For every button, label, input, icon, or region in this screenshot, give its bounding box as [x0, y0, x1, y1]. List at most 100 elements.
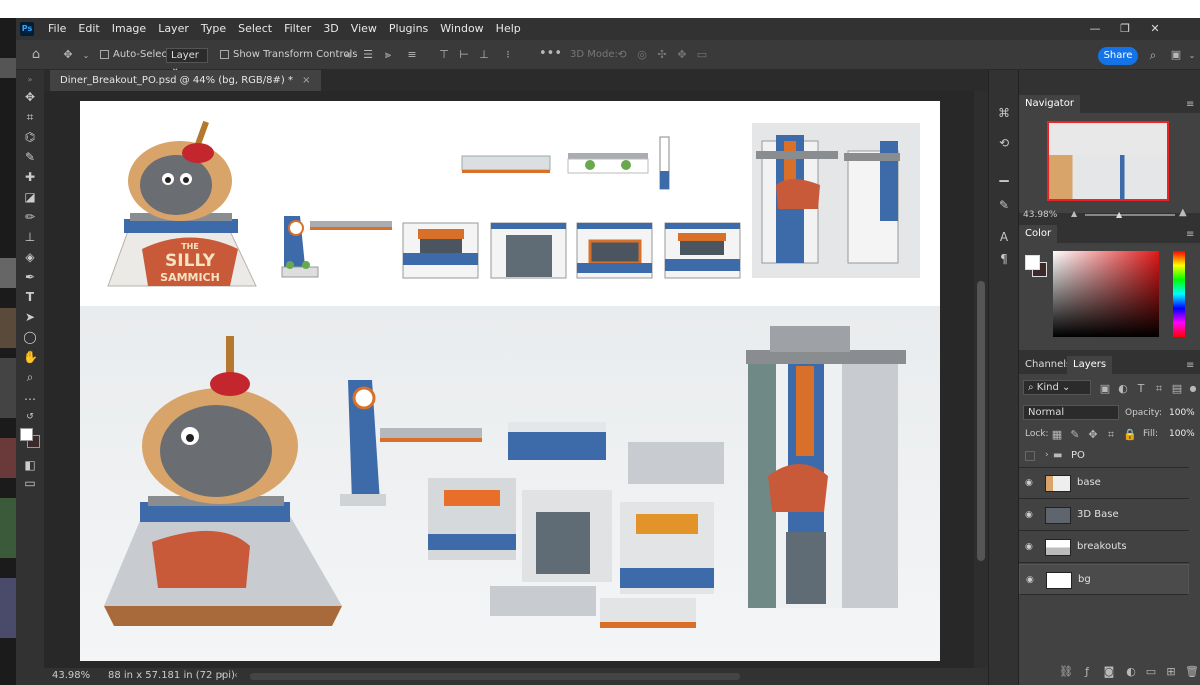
align-bottom-icon[interactable]: ⊥ [478, 49, 490, 61]
character-icon[interactable]: A [997, 230, 1011, 244]
layer-name[interactable]: breakouts [1077, 540, 1127, 554]
status-zoom[interactable]: 43.98% [52, 670, 90, 681]
horizontal-scrollbar[interactable] [250, 673, 740, 680]
menu-plugins[interactable]: Plugins [383, 18, 434, 40]
swap-colors-icon[interactable]: ↺ [23, 410, 37, 424]
share-button[interactable]: Share [1098, 47, 1138, 65]
search-icon[interactable]: ⌕ [1147, 49, 1159, 61]
zoom-out-icon[interactable]: ▲ [1071, 209, 1077, 218]
new-adjustment-icon[interactable]: ◐ [1125, 666, 1137, 678]
menu-view[interactable]: View [345, 18, 383, 40]
brush-tool-icon[interactable]: ✏ [23, 210, 37, 224]
adjustments-icon[interactable]: ⌘ [997, 106, 1011, 120]
clone-stamp-tool-icon[interactable]: ⊥ [23, 230, 37, 244]
workspace-icon[interactable]: ▣ [1170, 49, 1182, 61]
paragraph-icon[interactable]: ¶ [997, 252, 1011, 266]
artboard[interactable]: THE SILLY SAMMICH [80, 101, 940, 661]
pen-tool-icon[interactable]: ✒ [23, 270, 37, 284]
more-options-icon[interactable]: ••• [539, 47, 562, 60]
maximize-icon[interactable]: ❐ [1110, 18, 1140, 40]
move-tool-icon[interactable]: ✥ [23, 90, 37, 104]
filter-toggle-icon[interactable]: ● [1187, 383, 1199, 395]
layers-tab[interactable]: Layers [1067, 356, 1113, 374]
hand-tool-icon[interactable]: ✋ [23, 350, 38, 364]
type-tool-icon[interactable]: T [23, 290, 37, 304]
eye-icon[interactable]: ◉ [1026, 575, 1038, 585]
opacity-value[interactable]: 100% [1169, 408, 1195, 418]
blend-mode-dropdown[interactable]: Normal [1023, 405, 1119, 420]
camera-3d-icon[interactable]: ▭ [696, 49, 708, 61]
menu-help[interactable]: Help [490, 18, 527, 40]
zoom-in-icon[interactable]: ▲ [1179, 207, 1187, 218]
eye-icon[interactable]: ◉ [1025, 478, 1037, 488]
layer-row[interactable]: ◉ breakouts [1019, 532, 1189, 563]
layer-name[interactable]: PO [1071, 449, 1085, 463]
align-left-icon[interactable]: ⫷ [342, 49, 354, 61]
menu-select[interactable]: Select [232, 18, 278, 40]
eye-icon[interactable]: ◉ [1025, 542, 1037, 552]
lock-position-icon[interactable]: ✥ [1087, 429, 1099, 441]
menu-3d[interactable]: 3D [317, 18, 344, 40]
histogram-icon[interactable]: ▁ [997, 168, 1011, 182]
close-tab-icon[interactable]: × [302, 75, 310, 86]
eyedropper-tool-icon[interactable]: ✎ [23, 150, 37, 164]
eraser-tool-icon[interactable]: ◪ [23, 190, 37, 204]
menu-image[interactable]: Image [106, 18, 152, 40]
new-group-icon[interactable]: ▭ [1145, 666, 1157, 678]
quick-selection-tool-icon[interactable]: ⌬ [23, 130, 37, 144]
scroll-left-icon[interactable]: ‹ [234, 670, 238, 681]
fill-value[interactable]: 100% [1169, 429, 1195, 439]
layer-row[interactable]: ◉ base [1019, 468, 1189, 499]
crop-tool-icon[interactable]: ⌗ [23, 110, 37, 124]
quick-mask-icon[interactable]: ◧ [23, 458, 37, 472]
show-transform-checkbox[interactable] [220, 49, 229, 59]
layer-name[interactable]: base [1077, 476, 1101, 490]
menu-layer[interactable]: Layer [152, 18, 195, 40]
align-top-icon[interactable]: ⊤ [438, 49, 450, 61]
color-field[interactable] [1053, 251, 1159, 337]
hue-slider[interactable] [1173, 251, 1185, 337]
chevron-down-icon[interactable]: ⌄ [1186, 50, 1198, 62]
scrollbar-thumb[interactable] [977, 281, 985, 561]
menu-type[interactable]: Type [195, 18, 232, 40]
paint-bucket-tool-icon[interactable]: ◈ [23, 250, 37, 264]
panel-menu-icon[interactable]: ≡ [1186, 230, 1196, 240]
filter-type-icon[interactable]: T [1135, 383, 1147, 395]
healing-brush-tool-icon[interactable]: ✚ [23, 170, 37, 184]
close-window-icon[interactable]: ✕ [1140, 18, 1170, 40]
filter-pixel-icon[interactable]: ▣ [1099, 383, 1111, 395]
filter-adjustment-icon[interactable]: ◐ [1117, 383, 1129, 395]
brush-settings-icon[interactable]: ✎ [997, 198, 1011, 212]
home-icon[interactable]: ⌂ [30, 48, 42, 61]
edit-toolbar-icon[interactable]: ⋯ [23, 392, 37, 406]
layer-filter-dropdown[interactable]: ⌕ Kind ⌄ [1023, 380, 1091, 395]
layer-name[interactable]: bg [1078, 573, 1091, 587]
path-selection-tool-icon[interactable]: ➤ [23, 310, 37, 324]
chevron-down-icon[interactable]: ⌄ [80, 50, 92, 62]
align-center-icon[interactable]: ☰ [362, 49, 374, 61]
delete-layer-icon[interactable]: 🗑 [1185, 666, 1199, 678]
color-tab[interactable]: Color [1019, 225, 1058, 243]
collapse-tools-icon[interactable]: » [23, 73, 37, 87]
layer-row[interactable]: ◉ 3D Base [1019, 500, 1189, 531]
align-middle-icon[interactable]: ⊢ [458, 49, 470, 61]
auto-select-target-dropdown[interactable]: Layer ⌄ [166, 48, 208, 74]
lock-transparent-icon[interactable]: ▦ [1051, 429, 1063, 441]
chevron-right-icon[interactable]: › [220, 670, 224, 681]
filter-smart-object-icon[interactable]: ▤ [1171, 383, 1183, 395]
eye-icon[interactable]: ◉ [1025, 510, 1037, 520]
ellipse-tool-icon[interactable]: ◯ [23, 330, 37, 344]
roll-3d-icon[interactable]: ◎ [636, 49, 648, 61]
menu-window[interactable]: Window [434, 18, 489, 40]
layer-effects-icon[interactable]: ƒ [1081, 666, 1093, 678]
layer-row[interactable]: › ▬ PO [1019, 444, 1189, 468]
history-icon[interactable]: ⟲ [997, 136, 1011, 150]
lock-pixels-icon[interactable]: ✎ [1069, 429, 1081, 441]
navigator-preview[interactable] [1047, 121, 1169, 201]
slide-3d-icon[interactable]: ✥ [676, 49, 688, 61]
chevron-right-icon[interactable]: › [1045, 450, 1049, 460]
panel-menu-icon[interactable]: ≡ [1186, 361, 1196, 371]
menu-edit[interactable]: Edit [72, 18, 105, 40]
layer-name[interactable]: 3D Base [1077, 508, 1119, 522]
pan-3d-icon[interactable]: ✣ [656, 49, 668, 61]
